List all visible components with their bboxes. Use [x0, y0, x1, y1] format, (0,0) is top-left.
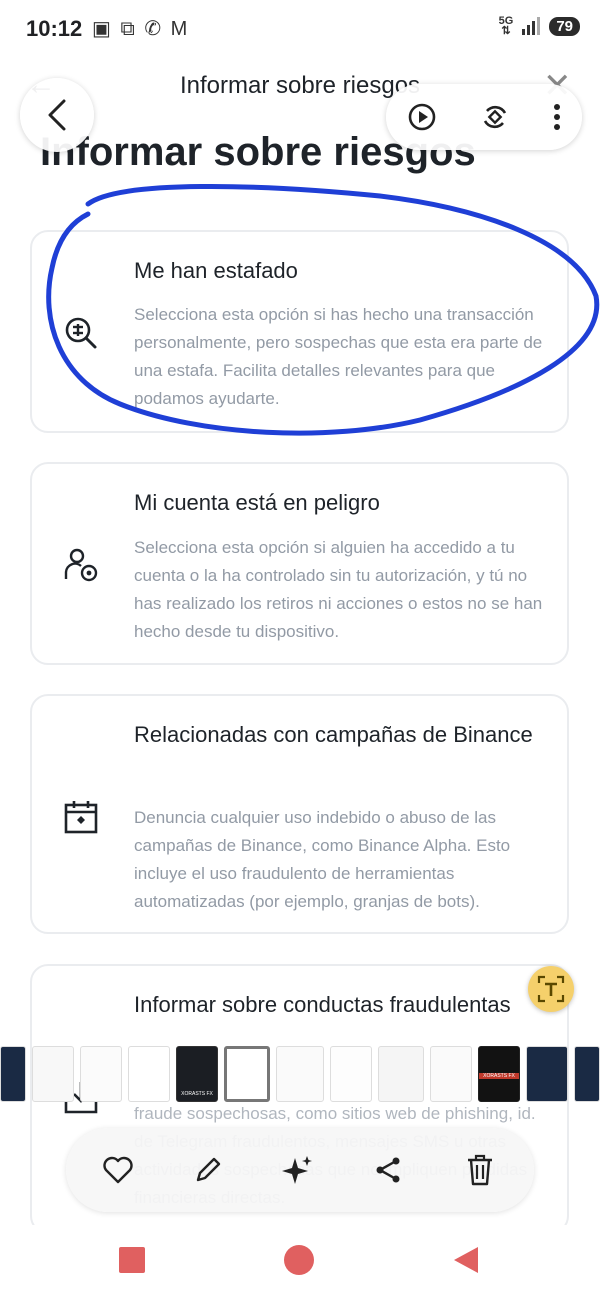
screenshot-icon: ⧉	[120, 18, 137, 40]
trash-icon	[468, 1154, 492, 1186]
signal-icon	[522, 17, 541, 35]
thumbnail-selected[interactable]	[224, 1046, 270, 1102]
overlay-back-button[interactable]	[20, 78, 94, 152]
translate-button[interactable]	[528, 966, 574, 1012]
gmail-icon: M	[170, 18, 190, 40]
data-arrows-icon: ⇅	[501, 25, 511, 37]
report-option-scammed[interactable]: Me han estafado Selecciona esta opción s…	[30, 230, 569, 433]
overlay-controls	[386, 84, 582, 150]
edit-action-bar	[66, 1128, 534, 1212]
card-title: Me han estafado	[134, 258, 298, 283]
thumbnail[interactable]: XORASTS FX	[176, 1046, 218, 1102]
share-button[interactable]	[368, 1150, 408, 1190]
card-description: Selecciona esta opción si alguien ha acc…	[134, 538, 543, 641]
status-right: 5G ⇅ 79	[499, 16, 580, 37]
thumbnail-label: XORASTS FX	[181, 1091, 213, 1097]
card-title: Relacionadas con campañas de Binance	[134, 722, 533, 747]
notification-icons: ▣ ⧉ ✆ M	[92, 16, 189, 41]
thumbnail[interactable]	[276, 1046, 324, 1102]
thumbnail[interactable]: XORASTS FX	[478, 1046, 520, 1102]
play-record-icon[interactable]	[406, 101, 438, 133]
thumbnail[interactable]	[80, 1046, 122, 1102]
rotate-icon[interactable]	[479, 101, 511, 133]
thumbnail-label: XORASTS FX	[479, 1073, 519, 1079]
battery-level: 79	[549, 16, 580, 36]
share-icon	[376, 1157, 400, 1183]
thumbnail[interactable]	[128, 1046, 170, 1102]
thumbnail[interactable]	[378, 1046, 424, 1102]
home-button[interactable]	[284, 1245, 314, 1275]
thumbnail[interactable]	[430, 1046, 472, 1102]
pencil-icon	[196, 1157, 221, 1182]
more-vertical-icon[interactable]	[552, 102, 562, 132]
whatsapp-icon: ✆	[144, 18, 164, 40]
campaign-calendar-icon	[64, 801, 98, 834]
thumbnail-strip: XORASTS FX XORASTS FX	[0, 1046, 600, 1104]
network-indicator: 5G ⇅	[499, 16, 514, 37]
scam-search-icon	[65, 317, 97, 349]
card-title: Mi cuenta está en peligro	[134, 490, 380, 515]
sparkle-icon	[282, 1156, 312, 1184]
thumbnail[interactable]	[0, 1046, 26, 1102]
status-time: 10:12	[26, 16, 83, 41]
ai-enhance-button[interactable]	[278, 1150, 318, 1190]
calendar-icon: ▣	[92, 18, 113, 40]
back-triangle-icon[interactable]	[452, 1245, 480, 1275]
account-at-risk-icon	[64, 548, 98, 582]
favorite-button[interactable]	[98, 1150, 138, 1190]
text-scan-icon	[537, 975, 565, 1003]
recent-apps-button[interactable]	[119, 1247, 145, 1273]
card-title: Informar sobre conductas fraudulentas	[134, 992, 511, 1017]
thumbnail[interactable]	[330, 1046, 372, 1102]
thumbnail[interactable]	[574, 1046, 600, 1102]
report-option-account-at-risk[interactable]: Mi cuenta está en peligro Selecciona est…	[30, 462, 569, 665]
thumbnail[interactable]	[32, 1046, 74, 1102]
delete-button[interactable]	[460, 1150, 500, 1190]
report-option-binance-campaigns[interactable]: Relacionadas con campañas de Binance Den…	[30, 694, 569, 934]
heart-icon	[103, 1156, 133, 1184]
card-description: Selecciona esta opción si has hecho una …	[134, 305, 543, 408]
thumbnail[interactable]	[526, 1046, 568, 1102]
edit-button[interactable]	[188, 1150, 228, 1190]
navigation-bar	[0, 1225, 600, 1300]
chevron-left-icon	[48, 99, 66, 131]
card-description: Denuncia cualquier uso indebido o abuso …	[134, 808, 511, 911]
